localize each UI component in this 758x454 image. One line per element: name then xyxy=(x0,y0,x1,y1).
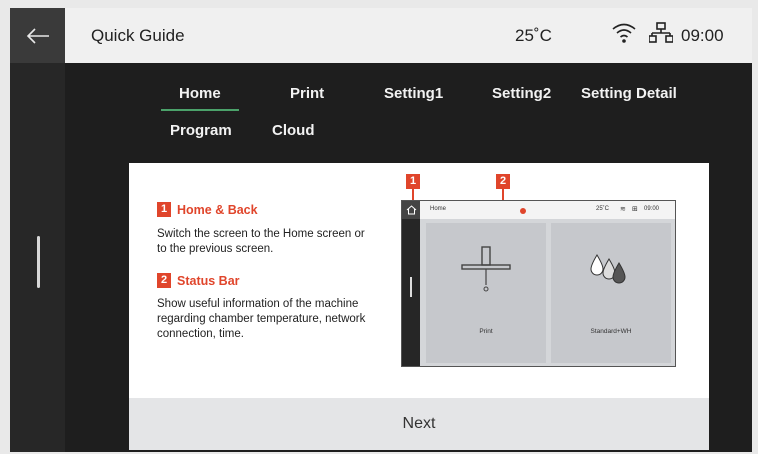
guide-description-1: Switch the screen to the Home screen or … xyxy=(157,228,365,255)
chamber-temperature: 25˚C xyxy=(515,26,552,45)
clock: 09:00 xyxy=(681,26,724,45)
preview-title: Home xyxy=(430,206,447,212)
tab-print[interactable]: Print xyxy=(290,85,324,102)
tab-home[interactable]: Home xyxy=(161,85,239,111)
preview-drawer-handle xyxy=(410,277,412,297)
guide-heading-1: 1 Home & Back xyxy=(157,202,258,217)
tab-setting2[interactable]: Setting2 xyxy=(492,85,551,102)
drawer-handle[interactable] xyxy=(37,236,40,288)
preview-print-label: Print xyxy=(479,328,493,335)
tab-cloud[interactable]: Cloud xyxy=(272,122,315,139)
preview-time: 09:00 xyxy=(644,206,660,212)
tab-setting-detail[interactable]: Setting Detail xyxy=(581,85,677,102)
back-arrow-icon xyxy=(26,27,49,44)
guide-description-2: Show useful information of the machine r… xyxy=(157,298,366,340)
next-label: Next xyxy=(402,415,436,432)
preview-resin-label: Standard+WH xyxy=(590,328,632,335)
screen-preview: Home 25˚C ≋ ⊞ 09:00 Print Standard+WH xyxy=(401,200,676,367)
preview-rail xyxy=(402,201,420,366)
back-button[interactable] xyxy=(10,8,65,63)
preview-wifi-icon: ≋ xyxy=(620,206,626,213)
guide-title: Status Bar xyxy=(177,273,240,288)
tab-setting1[interactable]: Setting1 xyxy=(384,85,443,102)
printer-icon xyxy=(461,246,511,292)
guide-heading-2: 2 Status Bar xyxy=(157,273,240,288)
preview-panel-print: Print xyxy=(426,223,546,363)
page-title: Quick Guide xyxy=(91,26,185,45)
status-bar: Quick Guide 25˚C 09:00 xyxy=(65,8,752,63)
home-icon xyxy=(406,205,416,215)
preview-network-icon: ⊞ xyxy=(632,206,638,213)
device-screen: Quick Guide 25˚C 09:00 Home Print Settin… xyxy=(10,8,752,452)
preview-panel-resin: Standard+WH xyxy=(551,223,671,363)
preview-marker-1: 1 xyxy=(406,174,420,189)
tab-program[interactable]: Program xyxy=(170,122,232,139)
next-button[interactable]: Next xyxy=(129,398,709,450)
number-badge: 2 xyxy=(157,273,171,288)
guide-title: Home & Back xyxy=(177,202,258,217)
resin-drops-icon xyxy=(590,254,626,284)
left-rail xyxy=(10,8,65,452)
preview-status-bar: Home 25˚C ≋ ⊞ 09:00 xyxy=(420,201,675,219)
wifi-icon xyxy=(612,23,636,43)
preview-home-button xyxy=(402,201,420,219)
number-badge: 1 xyxy=(157,202,171,217)
preview-marker-2: 2 xyxy=(496,174,510,189)
preview-temperature: 25˚C xyxy=(596,206,610,212)
preview-status-dot xyxy=(520,208,526,214)
guide-card: 1 Home & Back Switch the screen to the H… xyxy=(129,163,709,450)
network-icon xyxy=(649,22,673,43)
